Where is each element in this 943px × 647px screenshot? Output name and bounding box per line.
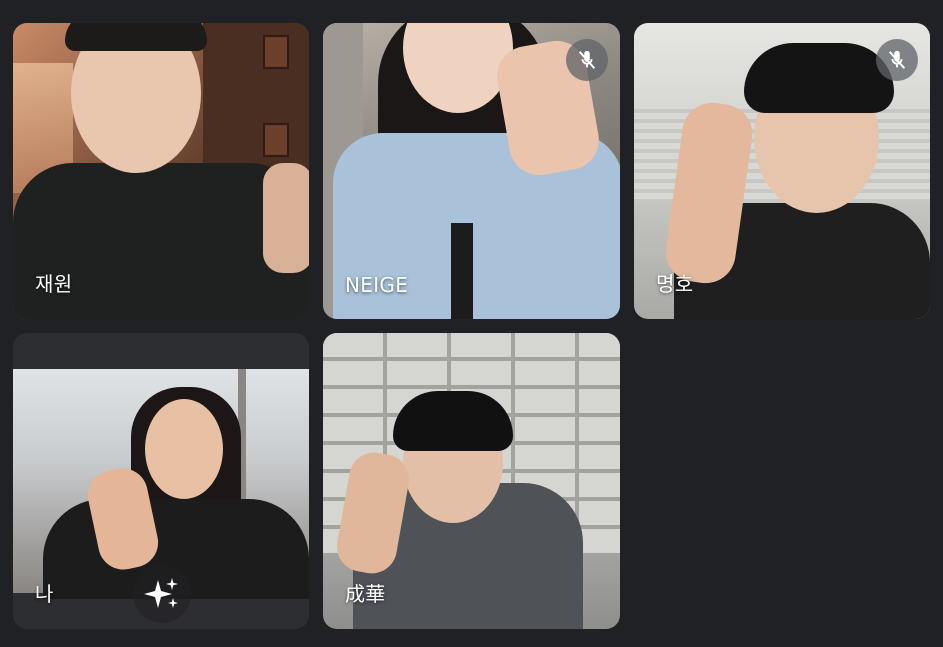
participant-tile-5[interactable]: 成華 <box>323 333 620 629</box>
participant-name: 成華 <box>345 582 386 606</box>
participant-tile-2[interactable]: NEIGE <box>323 23 620 319</box>
participant-tile-1[interactable]: 재원 <box>13 23 309 319</box>
participant-video <box>13 369 309 599</box>
effects-button[interactable] <box>133 565 191 623</box>
participant-name: NEIGE <box>345 273 409 297</box>
mic-off-icon <box>876 39 918 81</box>
participant-tile-self[interactable]: 나 <box>13 333 309 629</box>
sparkle-icon <box>144 578 178 608</box>
participant-name: 재원 <box>35 272 73 296</box>
participant-name: 나 <box>35 582 54 606</box>
mic-off-icon <box>566 39 608 81</box>
participant-grid: 재원 NEIGE 명호 나 成華 <box>0 0 943 647</box>
participant-name: 명호 <box>656 272 694 296</box>
participant-tile-3[interactable]: 명호 <box>634 23 930 319</box>
